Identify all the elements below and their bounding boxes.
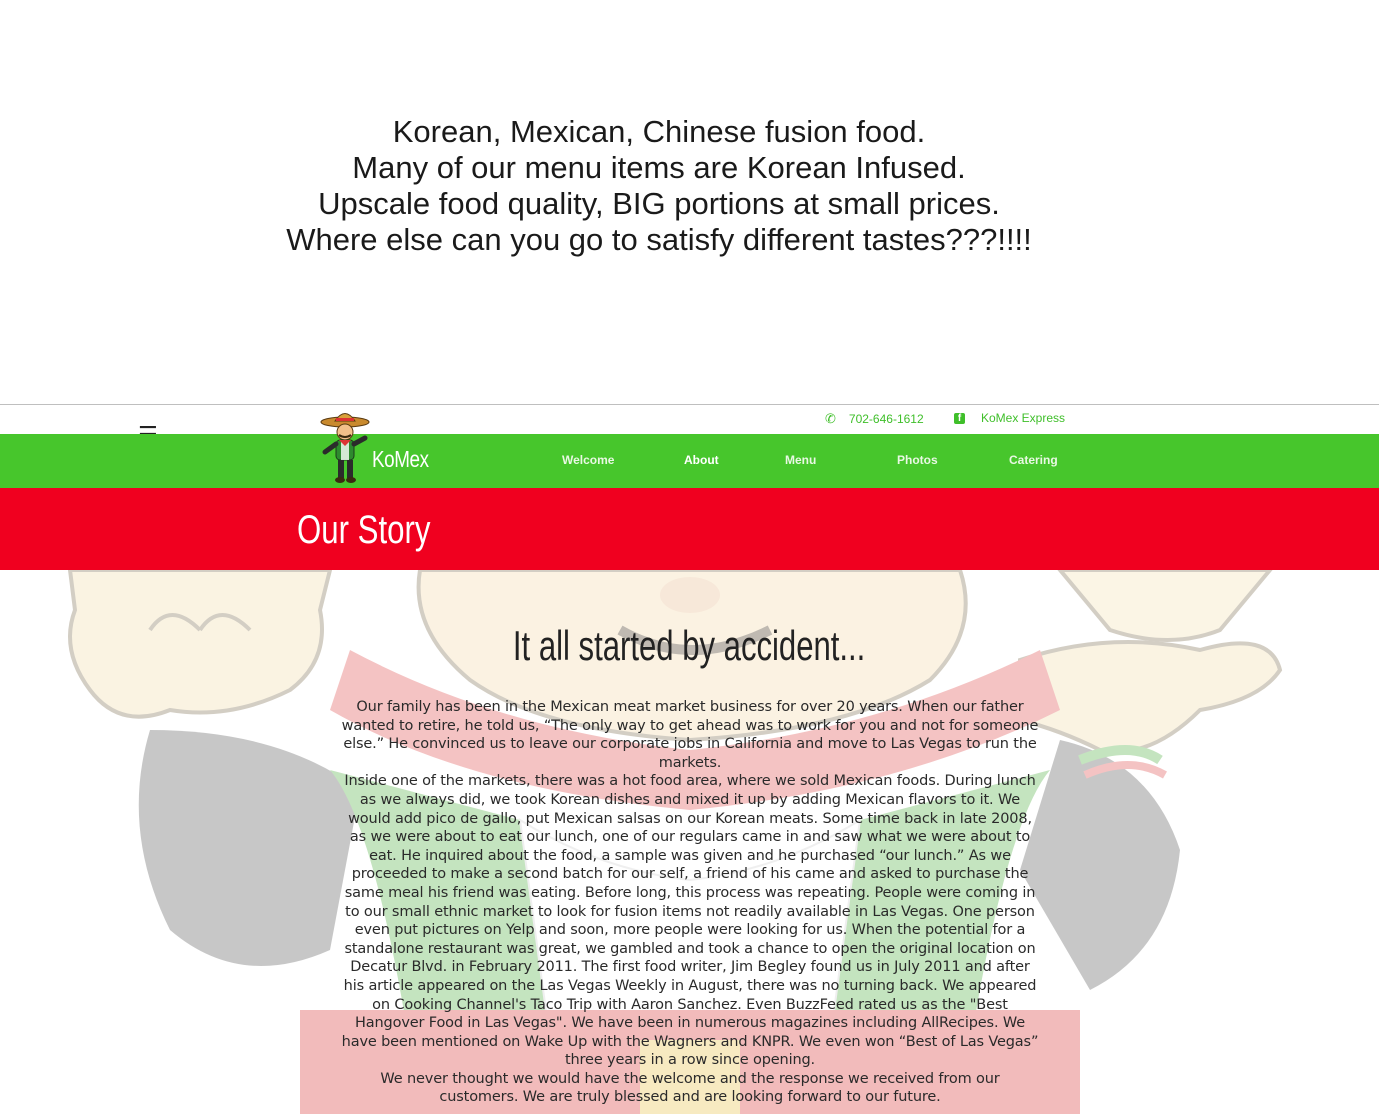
story-paragraph: We never thought we would have the welco… xyxy=(380,1070,1000,1106)
banner-text: Korean, Mexican, Chinese fusion food. Ma… xyxy=(0,114,1318,258)
story-paragraph: Our family has been in the Mexican meat … xyxy=(341,699,1039,771)
story-body: Our family has been in the Mexican meat … xyxy=(340,698,1040,1107)
mascot-logo[interactable] xyxy=(319,408,371,484)
facebook-label: KoMex Express xyxy=(981,411,1066,425)
nav-catering[interactable]: Catering xyxy=(1009,453,1058,467)
phone-icon: ✆ xyxy=(825,411,836,426)
banner-line: Upscale food quality, BIG portions at sm… xyxy=(318,186,1000,221)
nav-welcome[interactable]: Welcome xyxy=(562,453,614,467)
page: Korean, Mexican, Chinese fusion food. Ma… xyxy=(0,0,1379,1114)
page-title: Our Story xyxy=(297,508,431,552)
facebook-link[interactable]: f KoMex Express xyxy=(954,411,1065,425)
contact-strip: ☰ ✆ 702-646-1612 f KoMex Express xyxy=(0,404,1379,447)
story-paragraph: Inside one of the markets, there was a h… xyxy=(341,773,1039,1069)
nav-about[interactable]: About xyxy=(684,453,719,467)
nav-photos[interactable]: Photos xyxy=(897,453,938,467)
phone-number: 702-646-1612 xyxy=(848,412,924,426)
facebook-icon: f xyxy=(954,412,965,424)
story-content: It all started by accident... Our family… xyxy=(0,570,1379,1114)
story-headline-text: It all started by accident... xyxy=(513,622,866,669)
banner-line: Many of our menu items are Korean Infuse… xyxy=(352,150,966,185)
page-header: Our Story xyxy=(0,488,1379,570)
story-headline: It all started by accident... xyxy=(0,622,1379,670)
nav-menu[interactable]: Menu xyxy=(785,453,816,467)
banner-line: Korean, Mexican, Chinese fusion food. xyxy=(392,114,926,149)
brand-name[interactable]: KoMex xyxy=(372,446,429,473)
phone-link[interactable]: ✆ 702-646-1612 xyxy=(825,411,924,427)
main-nav: KoMex Welcome About Menu Photos Catering xyxy=(0,413,1379,488)
banner: Korean, Mexican, Chinese fusion food. Ma… xyxy=(0,0,1379,404)
banner-line: Where else can you go to satisfy differe… xyxy=(286,222,1032,257)
